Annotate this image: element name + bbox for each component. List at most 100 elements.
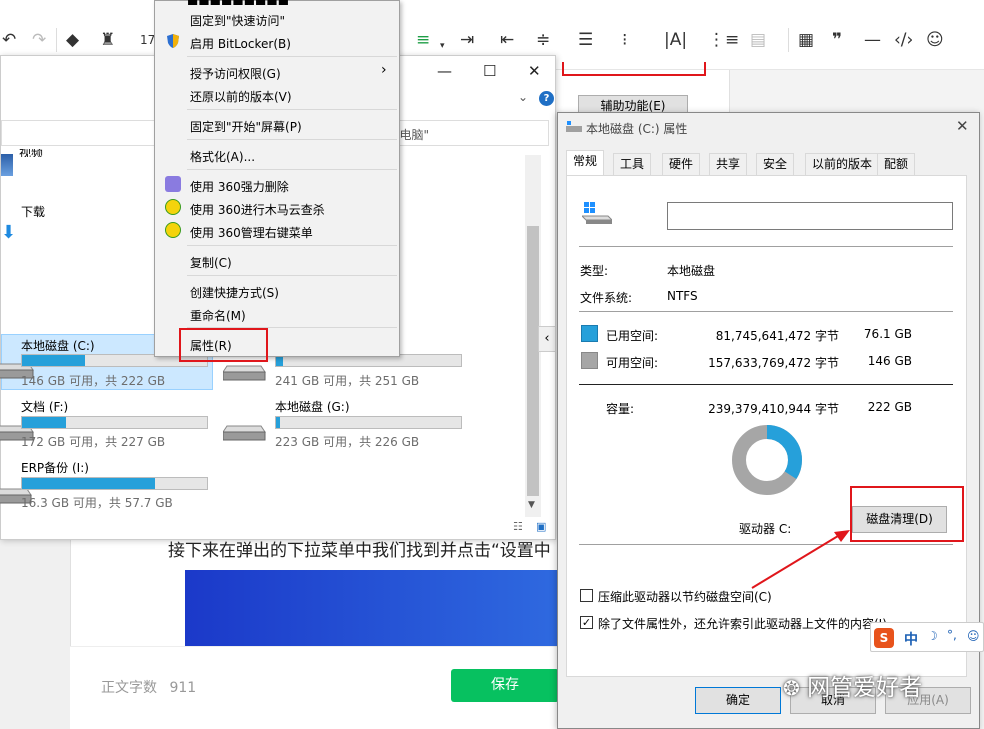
justify-icon[interactable]: ⁝: [622, 30, 627, 50]
chevron-down-icon[interactable]: ▾: [440, 36, 445, 56]
close-icon[interactable]: ✕: [956, 117, 969, 135]
drive-space-f: 172 GB 可用，共 227 GB: [21, 435, 166, 449]
outdent-icon[interactable]: ⇤: [500, 30, 514, 50]
drive-space-g: 223 GB 可用，共 226 GB: [275, 435, 420, 449]
general-tab-panel: 类型: 本地磁盘 文件系统: NTFS 已用空间: 81,745,641,472…: [566, 175, 967, 677]
menu-item-create-shortcut[interactable]: 创建快捷方式(S): [190, 284, 279, 301]
toolbar-divider: [788, 28, 789, 52]
article-image[interactable]: [185, 570, 565, 646]
wechat-icon: ❂: [783, 676, 800, 700]
eraser-icon[interactable]: ◆: [66, 30, 79, 50]
compress-checkbox[interactable]: [580, 589, 593, 602]
download-arrow-icon: ⬇: [1, 222, 17, 243]
line-height-icon[interactable]: ≑: [536, 30, 550, 50]
scrollbar-thumb[interactable]: [527, 226, 539, 496]
scroll-down-icon[interactable]: ▼: [528, 500, 535, 510]
menu-item-360-delete[interactable]: 使用 360强力删除: [190, 178, 289, 195]
letter-spacing-icon[interactable]: |A|: [664, 30, 687, 50]
align-left-icon[interactable]: ≡: [416, 30, 430, 50]
drive-fill-i: [22, 478, 156, 489]
drive-bar-f: [21, 416, 208, 429]
cleanup-highlight-box: [850, 486, 964, 542]
emoji-icon[interactable]: ☺: [967, 629, 980, 643]
menu-item-pin-quick-access[interactable]: 固定到"快速访问": [190, 12, 285, 29]
details-view-icon[interactable]: ☷: [513, 520, 523, 533]
numbered-list-icon[interactable]: ▤: [750, 30, 766, 50]
menu-item-pin-start[interactable]: 固定到"开始"屏幕(P): [190, 118, 302, 135]
capacity-bytes: 239,379,410,944 字节: [708, 402, 839, 416]
menu-item-grant-access[interactable]: 授予访问权限(G): [190, 65, 281, 82]
ime-toolbar[interactable]: S 中 ☽ °, ☺: [870, 622, 984, 652]
free-space-bytes: 157,633,769,472 字节: [708, 356, 839, 370]
code-icon[interactable]: ‹/›: [894, 30, 913, 50]
video-folder-icon: [1, 154, 13, 176]
half-width-icon[interactable]: ☽: [927, 629, 938, 643]
format-painter-icon[interactable]: ♜: [100, 30, 115, 50]
redo-icon[interactable]: ↷: [32, 30, 46, 50]
collapse-pane-icon[interactable]: ‹: [538, 326, 556, 352]
used-space-swatch: [581, 325, 598, 342]
wechat-watermark: ❂ 网管爱好者: [783, 668, 922, 702]
table-icon[interactable]: ▦: [798, 30, 814, 50]
tab-general[interactable]: 常规: [566, 150, 605, 176]
menu-separator: [187, 109, 397, 110]
help-icon[interactable]: ?: [539, 91, 554, 106]
windows-drive-icon: [582, 202, 612, 224]
menu-item-copy[interactable]: 复制(C): [190, 254, 232, 271]
quote-icon[interactable]: ❞: [832, 30, 842, 50]
tiles-view-icon[interactable]: ▣: [536, 520, 546, 533]
maximize-icon[interactable]: ☐: [483, 62, 496, 80]
tab-security[interactable]: 安全: [756, 153, 795, 175]
menu-item-360-manage[interactable]: 使用 360管理右键菜单: [190, 224, 313, 241]
dialog-title: 本地磁盘 (C:) 属性: [586, 122, 688, 136]
menu-item-partial[interactable]: ■■■■■■■■■: [187, 0, 289, 5]
folder-label-video[interactable]: 视频: [19, 149, 43, 157]
undo-icon[interactable]: ↶: [2, 30, 16, 50]
folder-label-download[interactable]: 下载: [21, 203, 45, 220]
save-button[interactable]: 保存: [451, 669, 559, 702]
divider-line-icon[interactable]: —: [864, 30, 881, 50]
tab-quota[interactable]: 配额: [877, 153, 916, 175]
menu-separator: [187, 169, 397, 170]
ime-lang-toggle[interactable]: 中: [904, 629, 918, 649]
paragraph-spacing-icon[interactable]: ☰: [578, 30, 593, 50]
sogou-logo-icon: S: [874, 628, 894, 648]
submenu-arrow-icon: ›: [381, 62, 387, 78]
type-label: 类型:: [580, 264, 609, 278]
tab-tools[interactable]: 工具: [613, 153, 652, 175]
filesystem-value: NTFS: [667, 289, 698, 303]
word-count-value: 911: [169, 680, 197, 696]
font-size-select[interactable]: 17: [140, 30, 155, 50]
menu-item-bitlocker[interactable]: 启用 BitLocker(B): [190, 35, 291, 52]
indent-icon[interactable]: ⇥: [460, 30, 474, 50]
chevron-down-icon[interactable]: ⌄: [518, 90, 528, 104]
free-space-label: 可用空间:: [606, 356, 659, 370]
menu-item-format[interactable]: 格式化(A)...: [190, 148, 255, 165]
ok-button[interactable]: 确定: [695, 687, 781, 714]
drive-name-f[interactable]: 文档 (F:): [21, 398, 68, 415]
minimize-icon[interactable]: —: [437, 62, 452, 80]
close-icon[interactable]: ✕: [528, 62, 541, 80]
type-value: 本地磁盘: [667, 264, 716, 278]
bullet-list-icon[interactable]: ⋮≡: [708, 30, 739, 50]
used-space-bytes: 81,745,641,472 字节: [715, 329, 839, 343]
drive-name-c[interactable]: 本地磁盘 (C:): [21, 337, 95, 354]
menu-item-rename[interactable]: 重命名(M): [190, 307, 246, 324]
index-checkbox[interactable]: ✓: [580, 616, 593, 629]
360-shred-icon: [165, 176, 181, 192]
tab-previous-versions[interactable]: 以前的版本: [805, 153, 880, 175]
emoji-icon[interactable]: ☺: [926, 30, 944, 50]
drive-space-d: 241 GB 可用，共 251 GB: [275, 374, 420, 388]
tab-hardware[interactable]: 硬件: [662, 153, 701, 175]
drive-name-g[interactable]: 本地磁盘 (G:): [275, 398, 350, 415]
punctuation-icon[interactable]: °,: [947, 628, 957, 642]
menu-item-360-scan[interactable]: 使用 360进行木马云查杀: [190, 201, 325, 218]
menu-item-restore-versions[interactable]: 还原以前的版本(V): [190, 88, 292, 105]
filesystem-label: 文件系统:: [580, 291, 633, 305]
bitlocker-shield-icon: [167, 34, 179, 48]
index-label: 除了文件属性外，还允许索引此驱动器上文件的内容(I): [598, 617, 887, 631]
drive-name-i[interactable]: ERP备份 (I:): [21, 459, 89, 476]
volume-label-input[interactable]: [667, 202, 953, 230]
tab-sharing[interactable]: 共享: [709, 153, 748, 175]
drive-space-i: 16.3 GB 可用，共 57.7 GB: [21, 496, 173, 510]
